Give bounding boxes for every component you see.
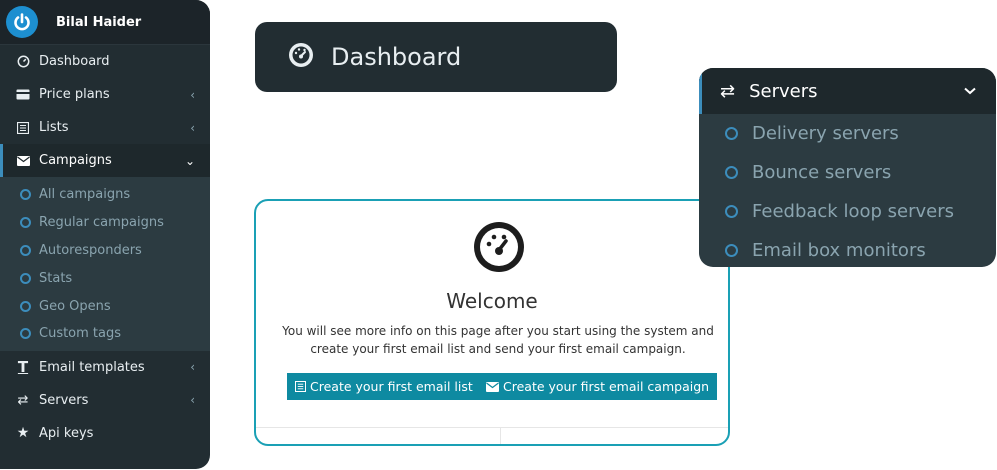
create-email-list-button[interactable]: Create your first email list <box>287 373 481 400</box>
servers-item-bounce[interactable]: Bounce servers <box>699 153 996 192</box>
servers-item-label: Feedback loop servers <box>752 201 954 222</box>
credit-card-icon <box>16 88 30 102</box>
servers-item-label: Delivery servers <box>752 123 899 144</box>
sidebar-item-campaigns[interactable]: Campaigns ⌄ <box>0 144 210 177</box>
chevron-left-icon: ‹ <box>190 87 195 102</box>
list-icon <box>295 381 306 392</box>
circle-icon <box>20 328 31 340</box>
exchange-icon: ⇄ <box>720 80 736 102</box>
button-label: Create your first email campaign <box>503 379 710 394</box>
chevron-left-icon: ‹ <box>190 393 195 408</box>
submenu-item-label: Stats <box>39 270 73 286</box>
submenu-item-custom-tags[interactable]: Custom tags <box>0 320 210 348</box>
dashboard-icon <box>287 41 315 73</box>
welcome-text-line: create your first email list and send yo… <box>310 342 686 356</box>
welcome-text: You will see more info on this page afte… <box>280 322 716 358</box>
dashboard-icon <box>16 55 30 69</box>
submenu-item-all-campaigns[interactable]: All campaigns <box>0 181 210 209</box>
sidebar-header: Bilal Haider <box>0 0 210 45</box>
button-label: Create your first email list <box>310 379 473 394</box>
sidebar: Bilal Haider Dashboard Price plans ‹ Lis… <box>0 0 210 469</box>
sidebar-item-label: Price plans <box>39 87 110 102</box>
sidebar-item-lists[interactable]: Lists ‹ <box>0 111 210 144</box>
envelope-icon <box>486 381 499 392</box>
divider <box>256 427 728 428</box>
sidebar-item-label: Email templates <box>39 359 145 375</box>
circle-icon <box>20 300 31 312</box>
circle-icon <box>20 217 31 229</box>
submenu-item-label: Geo Opens <box>39 298 111 314</box>
servers-title: Servers <box>749 80 818 102</box>
sidebar-item-label: Dashboard <box>39 54 110 69</box>
chevron-down-icon: ⌄ <box>184 153 195 168</box>
page-title: Dashboard <box>331 43 462 71</box>
servers-menu-header[interactable]: ⇄ Servers <box>699 68 996 114</box>
servers-item-label: Bounce servers <box>752 162 892 183</box>
submenu-item-geo-opens[interactable]: Geo Opens <box>0 292 210 320</box>
sidebar-item-label: Campaigns <box>39 153 112 168</box>
sidebar-item-price-plans[interactable]: Price plans ‹ <box>0 78 210 111</box>
circle-icon <box>725 205 738 218</box>
star-icon: ★ <box>16 425 30 442</box>
welcome-card: Welcome You will see more info on this p… <box>254 199 730 446</box>
dashboard-gauge-icon <box>472 220 526 278</box>
campaigns-submenu: All campaigns Regular campaigns Autoresp… <box>0 177 210 351</box>
submenu-item-label: Regular campaigns <box>39 215 164 231</box>
circle-icon <box>20 272 31 284</box>
divider <box>500 427 501 444</box>
sidebar-item-label: Lists <box>39 120 69 135</box>
servers-item-feedback-loop[interactable]: Feedback loop servers <box>699 192 996 231</box>
sidebar-item-dashboard[interactable]: Dashboard <box>0 45 210 78</box>
servers-menu-card: ⇄ Servers Delivery servers Bounce server… <box>699 68 996 267</box>
power-logo-icon[interactable] <box>6 6 38 38</box>
submenu-item-autoresponders[interactable]: Autoresponders <box>0 237 210 265</box>
submenu-item-label: All campaigns <box>39 187 131 203</box>
submenu-item-stats[interactable]: Stats <box>0 264 210 292</box>
submenu-item-label: Custom tags <box>39 326 122 342</box>
sidebar-item-label: Servers <box>39 392 89 408</box>
circle-icon <box>20 244 31 256</box>
chevron-left-icon: ‹ <box>190 360 195 375</box>
exchange-icon: ⇄ <box>17 392 29 408</box>
sidebar-item-email-templates[interactable]: T Email templates ‹ <box>0 351 210 384</box>
circle-icon <box>20 189 31 201</box>
user-name[interactable]: Bilal Haider <box>56 15 141 30</box>
servers-item-label: Email box monitors <box>752 240 926 261</box>
chevron-left-icon: ‹ <box>190 120 195 135</box>
sidebar-item-label: Api keys <box>39 425 94 441</box>
circle-icon <box>725 127 738 140</box>
create-email-campaign-button[interactable]: Create your first email campaign <box>478 373 718 400</box>
text-height-icon: T <box>17 358 29 377</box>
submenu-item-label: Autoresponders <box>39 242 142 258</box>
envelope-icon <box>16 154 30 168</box>
servers-item-email-box-monitors[interactable]: Email box monitors <box>699 231 996 267</box>
welcome-text-line: You will see more info on this page afte… <box>282 324 714 338</box>
servers-item-delivery[interactable]: Delivery servers <box>699 114 996 153</box>
circle-icon <box>725 244 738 257</box>
sidebar-item-servers[interactable]: ⇄ Servers ‹ <box>0 384 210 417</box>
sidebar-menu: Dashboard Price plans ‹ Lists ‹ Campaign… <box>0 45 210 450</box>
submenu-item-regular-campaigns[interactable]: Regular campaigns <box>0 209 210 237</box>
sidebar-item-api-keys[interactable]: ★ Api keys <box>0 417 210 450</box>
circle-icon <box>725 166 738 179</box>
dashboard-header-card: Dashboard <box>255 22 617 92</box>
welcome-title: Welcome <box>446 289 538 313</box>
chevron-down-icon <box>964 83 976 99</box>
list-icon <box>16 121 30 135</box>
